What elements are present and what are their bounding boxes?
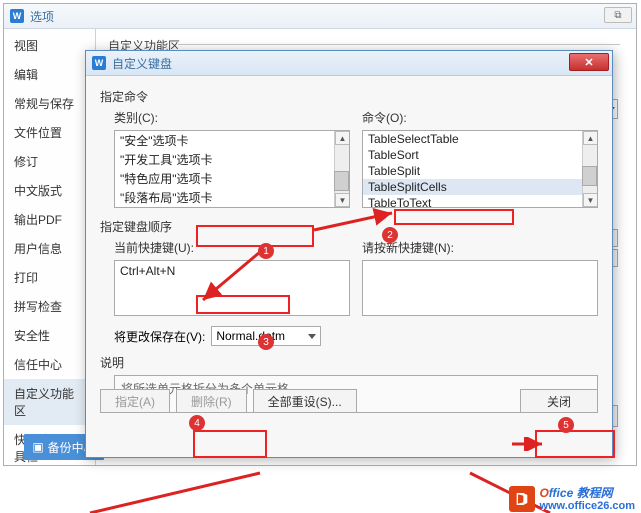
watermark-url: www.office26.com <box>539 501 635 513</box>
list-item[interactable]: TableSort <box>363 147 597 163</box>
new-shortcut-input[interactable] <box>362 260 598 316</box>
chevron-down-icon <box>308 334 316 339</box>
custom-keyboard-dialog: W 自定义键盘 ✕ 指定命令 类别(C): "安全"选项卡 "开发工具"选项卡 … <box>85 50 613 458</box>
section-divider <box>178 44 620 45</box>
category-label: 类别(C): <box>114 109 158 126</box>
scroll-down-button[interactable]: ▼ <box>583 193 598 207</box>
sidebar-item-spellcheck[interactable]: 拼写检查 <box>4 292 95 321</box>
scrollbar[interactable]: ▲ ▼ <box>334 131 349 207</box>
list-item[interactable]: "安全"选项卡 <box>115 131 349 150</box>
current-shortcut-box[interactable]: Ctrl+Alt+N <box>114 260 350 316</box>
list-item[interactable]: TableSelectTable <box>363 131 597 147</box>
section-specify-command: 指定命令 <box>100 88 598 105</box>
sidebar-item-print[interactable]: 打印 <box>4 263 95 292</box>
save-in-label: 将更改保存在(V): <box>114 328 205 345</box>
sidebar-item-trustcenter[interactable]: 信任中心 <box>4 350 95 379</box>
list-item[interactable]: "开发工具"选项卡 <box>115 150 349 169</box>
section-specify-shortcut: 指定键盘顺序 <box>100 218 598 235</box>
options-title: 选项 <box>30 8 54 25</box>
sidebar-item-customribbon[interactable]: 自定义功能区 <box>4 379 95 425</box>
dialog-close-button[interactable]: ✕ <box>569 53 609 71</box>
dialog-titlebar[interactable]: W 自定义键盘 ✕ <box>86 51 612 76</box>
new-shortcut-label: 请按新快捷键(N): <box>362 239 454 256</box>
sidebar-item-view[interactable]: 视图 <box>4 31 95 60</box>
dialog-button-row: 指定(A) 删除(R) 全部重设(S)... 关闭 <box>100 389 598 413</box>
sidebar-item-revision[interactable]: 修订 <box>4 147 95 176</box>
remove-button[interactable]: 删除(R) <box>176 389 247 413</box>
sidebar-item-filelocation[interactable]: 文件位置 <box>4 118 95 147</box>
list-item[interactable]: TableSplitCells <box>363 179 597 195</box>
dialog-title: 自定义键盘 <box>112 55 172 72</box>
current-shortcut-label: 当前快捷键(U): <box>114 239 194 256</box>
sidebar-item-userinfo[interactable]: 用户信息 <box>4 234 95 263</box>
sidebar-item-chinese[interactable]: 中文版式 <box>4 176 95 205</box>
list-item[interactable]: "段落布局"选项卡 <box>115 188 349 207</box>
save-in-combo[interactable]: Normal.dotm <box>211 326 321 346</box>
watermark-brand: Office 教程网 <box>539 485 635 502</box>
sidebar-item-security[interactable]: 安全性 <box>4 321 95 350</box>
scroll-up-button[interactable]: ▲ <box>335 131 350 145</box>
backup-icon: ▣ <box>32 440 43 454</box>
command-label: 命令(O): <box>362 109 407 126</box>
list-item[interactable]: TableSplit <box>363 163 597 179</box>
reset-all-button[interactable]: 全部重设(S)... <box>253 389 357 413</box>
list-item[interactable]: "特色应用"选项卡 <box>115 169 349 188</box>
wps-app-icon: W <box>10 9 24 23</box>
options-sidebar: 视图 编辑 常规与保存 文件位置 修订 中文版式 输出PDF 用户信息 打印 拼… <box>4 29 96 465</box>
options-titlebar: W 选项 ⧉ <box>4 4 636 29</box>
sidebar-item-general[interactable]: 常规与保存 <box>4 89 95 118</box>
save-in-value: Normal.dotm <box>216 329 285 343</box>
sidebar-item-edit[interactable]: 编辑 <box>4 60 95 89</box>
section-description: 说明 <box>100 354 598 371</box>
scroll-thumb[interactable] <box>334 171 349 191</box>
watermark: Office 教程网 www.office26.com <box>509 485 635 513</box>
list-item[interactable]: TableToText <box>363 195 597 208</box>
list-item[interactable]: "表格工具"选项卡 <box>115 207 349 208</box>
scroll-up-button[interactable]: ▲ <box>583 131 598 145</box>
scrollbar[interactable]: ▲ ▼ <box>582 131 597 207</box>
sidebar-item-outputpdf[interactable]: 输出PDF <box>4 205 95 234</box>
scroll-down-button[interactable]: ▼ <box>335 193 350 207</box>
options-close-button[interactable]: ⧉ <box>604 7 632 23</box>
command-listbox[interactable]: TableSelectTable TableSort TableSplit Ta… <box>362 130 598 208</box>
office-logo-icon <box>509 486 535 512</box>
scroll-thumb[interactable] <box>582 166 597 186</box>
wps-app-icon: W <box>92 56 106 70</box>
close-button[interactable]: 关闭 <box>520 389 598 413</box>
category-listbox[interactable]: "安全"选项卡 "开发工具"选项卡 "特色应用"选项卡 "段落布局"选项卡 "表… <box>114 130 350 208</box>
assign-button[interactable]: 指定(A) <box>100 389 170 413</box>
dialog-body: 指定命令 类别(C): "安全"选项卡 "开发工具"选项卡 "特色应用"选项卡 … <box>86 76 612 423</box>
